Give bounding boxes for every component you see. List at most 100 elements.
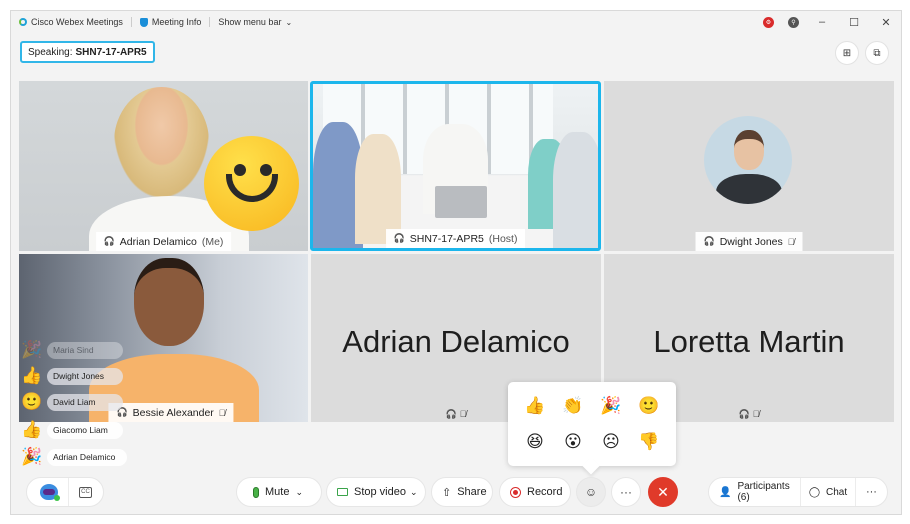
mute-button-group: Mute ⌄ — [236, 477, 322, 507]
title-bar: Cisco Webex Meetings Meeting Info Show m… — [11, 11, 901, 33]
smile-reaction-icon — [204, 136, 299, 231]
participant-status: 🎧 🎙̸ — [446, 406, 467, 422]
sad-reaction-button[interactable]: ☹ — [592, 424, 630, 460]
app-title: Cisco Webex Meetings — [11, 17, 131, 27]
participant-name-tag: 🎧 Dwight Jones 🎙̸ — [695, 232, 803, 251]
chat-icon: ◯ — [808, 486, 821, 498]
closed-captions-icon: CC — [79, 486, 92, 498]
show-menu-bar-button[interactable]: Show menu bar ⌄ — [210, 17, 300, 27]
reaction-sender: Maria Sind — [47, 341, 123, 359]
stop-video-button[interactable]: Stop video — [327, 478, 410, 506]
webex-assistant-button[interactable] — [27, 478, 68, 506]
reaction-sender: Adrian Delamico — [47, 448, 128, 466]
avatar — [704, 116, 792, 204]
connection-status-icon[interactable]: ⚲ — [788, 16, 799, 28]
participant-role: (Me) — [201, 235, 224, 248]
participant-display-name: Adrian Delamico — [342, 324, 570, 359]
record-content: Record — [500, 478, 572, 506]
thumbs-up-icon: 👍 — [21, 366, 43, 385]
smile-reaction-button[interactable]: 🙂 — [630, 388, 668, 424]
video-tile-dwight[interactable]: 🎧 Dwight Jones 🎙̸ — [604, 81, 894, 251]
mic-muted-icon: 🎙̸ — [218, 407, 226, 418]
haha-reaction-button[interactable]: 😆 — [516, 424, 554, 460]
speaking-indicator: Speaking: SHN7-17-APR5 — [20, 41, 155, 63]
mute-label: Mute — [265, 486, 290, 498]
headset-icon: 🎧 — [738, 408, 750, 419]
record-icon — [510, 486, 521, 498]
close-icon: ✕ — [657, 483, 669, 500]
participant-video — [355, 134, 401, 244]
more-options-button[interactable]: ··· — [611, 477, 641, 507]
close-window-button[interactable]: ✕ — [877, 16, 895, 29]
meeting-info-label: Meeting Info — [151, 17, 202, 27]
mute-button[interactable]: Mute — [237, 478, 295, 506]
more-icon: ··· — [865, 486, 877, 498]
mic-muted-icon: 🎙̸ — [459, 409, 467, 419]
webex-logo-icon — [19, 18, 27, 26]
participant-video — [553, 132, 598, 248]
thumbs-up-reaction-button[interactable]: 👍 — [516, 388, 554, 424]
grid-view-button[interactable]: ⊞ — [835, 41, 859, 65]
record-label: Record — [527, 486, 563, 498]
surprised-reaction-button[interactable]: 😮 — [554, 424, 592, 460]
panel-more-button[interactable]: ··· — [856, 478, 887, 506]
mic-muted-icon: 🎙̸ — [787, 236, 795, 247]
participants-label: Participants (6) — [737, 481, 790, 503]
participant-video — [114, 87, 209, 197]
mic-muted-icon: 🎙̸ — [752, 409, 760, 419]
video-camera-icon — [337, 488, 348, 496]
reaction-feed-item: 🎉 Adrian Delamico — [21, 446, 128, 468]
participant-face — [134, 258, 204, 346]
chat-button[interactable]: ◯ Chat — [801, 478, 855, 506]
headset-icon: 🎧 — [103, 236, 115, 246]
layout-button[interactable]: ⧉ — [865, 41, 889, 65]
reaction-sender: Dwight Jones — [47, 367, 123, 385]
microphone-icon — [253, 486, 259, 498]
webex-window: Cisco Webex Meetings Meeting Info Show m… — [10, 10, 902, 515]
share-content: ⇧ Share — [432, 478, 497, 506]
participant-name-tag: 🎧 SHN7-17-APR5 (Host) — [385, 229, 526, 248]
participant-name-tag: 🎧 Adrian Delamico (Me) — [95, 232, 232, 251]
record-button[interactable]: Record — [499, 477, 571, 507]
celebrate-icon: 🎉 — [21, 340, 43, 359]
panels-group: 👤 Participants (6) ◯ Chat ··· — [708, 477, 888, 507]
meeting-info-button[interactable]: Meeting Info — [132, 17, 210, 27]
participant-name-tag: 🎧 Bessie Alexander 🎙̸ — [108, 403, 234, 422]
notification-icon[interactable]: ⚙ — [763, 16, 774, 28]
reactions-button[interactable]: ☺ — [576, 477, 606, 507]
reaction-sender: Giacomo Liam — [47, 421, 123, 439]
chevron-down-icon: ⌄ — [285, 17, 293, 27]
video-tile-host[interactable]: 🎧 SHN7-17-APR5 (Host) — [310, 81, 601, 251]
minimize-button[interactable]: – — [813, 16, 831, 28]
layout-icon: ⧉ — [873, 47, 881, 59]
headset-icon: 🎧 — [703, 236, 715, 246]
closed-captions-button[interactable]: CC — [69, 478, 102, 506]
reactions-icon: ☺ — [584, 485, 598, 499]
video-tile-self[interactable]: 🎧 Adrian Delamico (Me) — [19, 81, 308, 251]
thumbs-down-reaction-button[interactable]: 👎 — [630, 424, 668, 460]
end-meeting-button[interactable]: ✕ — [648, 477, 678, 507]
reaction-feed-item: 👍 Dwight Jones — [21, 365, 123, 387]
chat-label: Chat — [826, 486, 848, 498]
celebrate-icon: 🎉 — [21, 447, 43, 466]
reaction-sender: David Liam — [47, 393, 123, 411]
participants-icon: 👤 — [719, 486, 732, 498]
participants-button[interactable]: 👤 Participants (6) — [709, 478, 800, 506]
share-label: Share — [457, 486, 487, 498]
share-button[interactable]: ⇧ Share — [431, 477, 493, 507]
assistant-bot-icon — [40, 484, 60, 501]
celebrate-reaction-button[interactable]: 🎉 — [592, 388, 630, 424]
more-icon: ··· — [620, 485, 632, 499]
shield-icon — [139, 17, 148, 27]
mute-options-chevron-icon[interactable]: ⌄ — [295, 487, 309, 498]
speaking-label: Speaking: — [28, 46, 73, 58]
maximize-button[interactable]: ☐ — [845, 16, 863, 29]
clap-reaction-button[interactable]: 👏 — [554, 388, 592, 424]
show-menu-bar-label: Show menu bar — [218, 17, 282, 27]
assistant-cc-group: CC — [26, 477, 104, 507]
video-options-chevron-icon[interactable]: ⌄ — [410, 487, 424, 498]
smile-icon: 🙂 — [21, 392, 43, 411]
thumbs-up-icon: 👍 — [21, 420, 43, 439]
mouth — [226, 174, 278, 202]
reaction-feed-item: 👍 Giacomo Liam — [21, 419, 123, 441]
